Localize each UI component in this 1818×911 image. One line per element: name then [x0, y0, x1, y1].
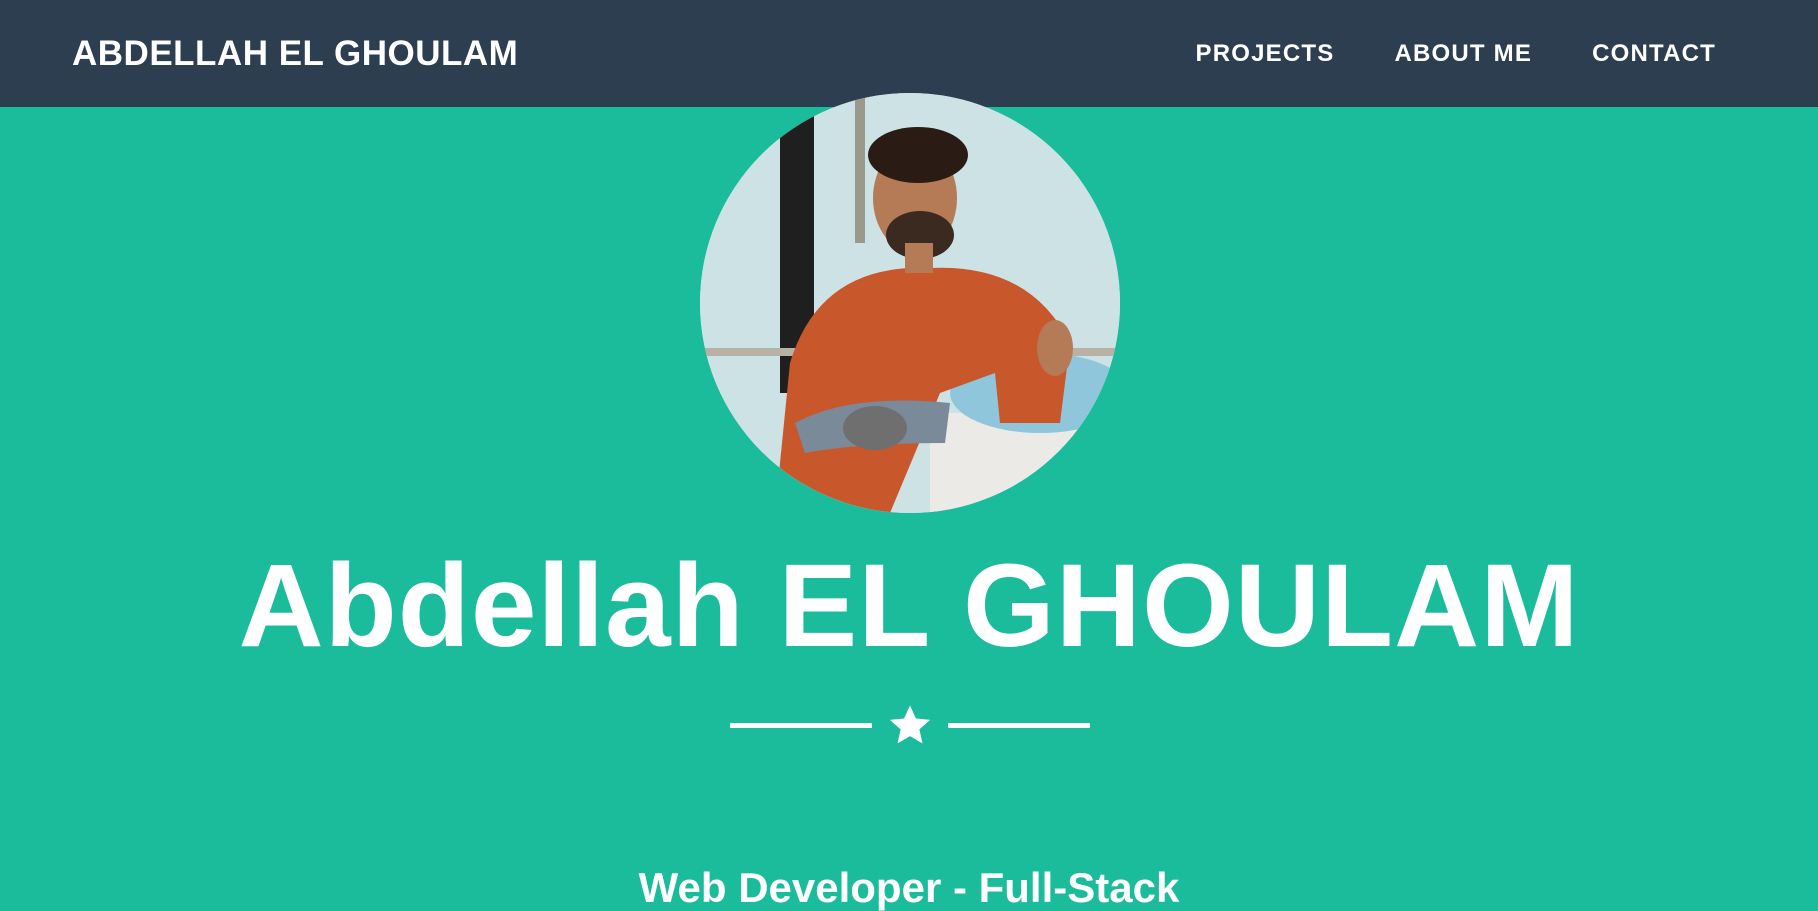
masthead-heading: Abdellah EL GHOULAM: [238, 540, 1580, 672]
divider-line-right: [947, 722, 1090, 728]
profile-avatar: [700, 93, 1120, 513]
brand-link[interactable]: ABDELLAH EL GHOULAM: [72, 34, 518, 74]
navbar: ABDELLAH EL GHOULAM PROJECTS ABOUT ME CO…: [0, 0, 1818, 107]
star-divider: [730, 700, 1090, 750]
nav-link-about-me[interactable]: ABOUT ME: [1394, 40, 1532, 68]
masthead-subheading: Web Developer - Full-Stack: [638, 864, 1180, 911]
divider-line-left: [730, 722, 873, 728]
star-icon: [886, 701, 933, 749]
profile-photo-illustration: [700, 93, 1120, 513]
nav-links: PROJECTS ABOUT ME CONTACT: [1196, 40, 1717, 68]
nav-link-projects[interactable]: PROJECTS: [1196, 40, 1335, 68]
masthead: Abdellah EL GHOULAM Web Developer - Full…: [0, 93, 1818, 911]
nav-link-contact[interactable]: CONTACT: [1592, 40, 1716, 68]
